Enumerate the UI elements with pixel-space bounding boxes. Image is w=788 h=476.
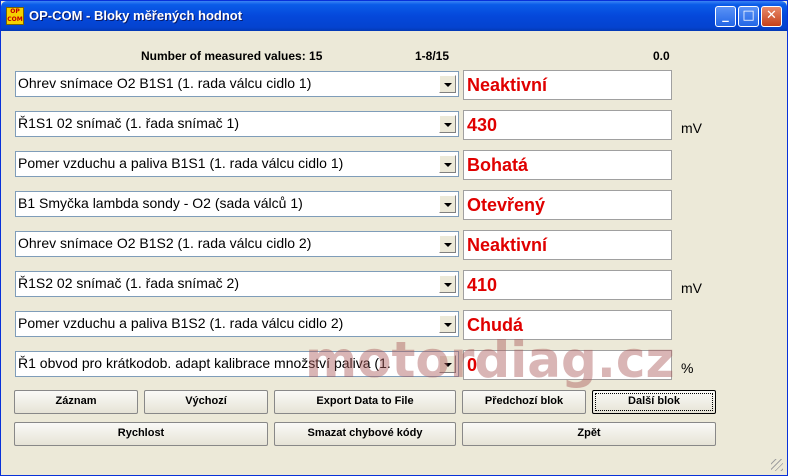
minimize-button[interactable]: _ bbox=[715, 6, 736, 27]
parameter-select-5[interactable]: Ohrev snímace O2 B1S2 (1. rada válcu cid… bbox=[15, 231, 459, 257]
client-area: Number of measured values: 15 1-8/15 0.0… bbox=[5, 31, 785, 473]
page-range-label: 1-8/15 bbox=[415, 49, 450, 63]
parameter-select-text: Ř1S2 02 snímač (1. řada snímač 2) bbox=[18, 275, 239, 291]
dropdown-arrow-icon[interactable] bbox=[439, 315, 456, 333]
resize-grip-icon[interactable] bbox=[771, 459, 783, 471]
unit-label-6: mV bbox=[681, 280, 702, 296]
value-field-5: Neaktivní bbox=[463, 230, 672, 260]
clear-dtc-button[interactable]: Smazat chybové kódy bbox=[274, 422, 456, 446]
value-field-4: Otevřený bbox=[463, 190, 672, 220]
parameter-select-text: Ohrev snímace O2 B1S2 (1. rada válcu cid… bbox=[18, 235, 312, 251]
dropdown-arrow-icon[interactable] bbox=[439, 115, 456, 133]
parameter-select-text: B1 Smyčka lambda sondy - O2 (sada válců … bbox=[18, 195, 303, 211]
value-text: Neaktivní bbox=[467, 75, 548, 95]
value-text: Otevřený bbox=[467, 195, 546, 215]
measured-count-label: Number of measured values: 15 bbox=[141, 49, 323, 63]
value-field-1: Neaktivní bbox=[463, 70, 672, 100]
dropdown-arrow-icon[interactable] bbox=[439, 155, 456, 173]
value-field-7: Chudá bbox=[463, 310, 672, 340]
parameter-select-text: Pomer vzduchu a paliva B1S2 (1. rada vál… bbox=[18, 315, 344, 331]
parameter-select-1[interactable]: Ohrev snímace O2 B1S1 (1. rada válcu cid… bbox=[15, 71, 459, 97]
dropdown-arrow-icon[interactable] bbox=[439, 235, 456, 253]
value-text: 410 bbox=[467, 275, 498, 295]
speed-button[interactable]: Rychlost bbox=[14, 422, 268, 446]
parameter-select-7[interactable]: Pomer vzduchu a paliva B1S2 (1. rada vál… bbox=[15, 311, 459, 337]
parameter-select-6[interactable]: Ř1S2 02 snímač (1. řada snímač 2) bbox=[15, 271, 459, 297]
dropdown-arrow-icon[interactable] bbox=[439, 195, 456, 213]
value-field-2: 430 bbox=[463, 110, 672, 140]
parameter-select-text: Ř1 obvod pro krátkodob. adapt kalibrace … bbox=[18, 355, 391, 371]
parameter-select-text: Ohrev snímace O2 B1S1 (1. rada válcu cid… bbox=[18, 75, 312, 91]
unit-label-8: % bbox=[681, 360, 694, 376]
close-button[interactable]: ✕ bbox=[761, 6, 782, 27]
back-button[interactable]: Zpět bbox=[462, 422, 716, 446]
value-text: Bohatá bbox=[467, 155, 529, 175]
title-bar[interactable]: OP COM OP-COM - Bloky měřených hodnot _ … bbox=[1, 1, 787, 31]
value-field-3: Bohatá bbox=[463, 150, 672, 180]
parameter-select-text: Pomer vzduchu a paliva B1S1 (1. rada vál… bbox=[18, 155, 344, 171]
value-text: 0 bbox=[467, 355, 478, 375]
dropdown-arrow-icon[interactable] bbox=[439, 275, 456, 293]
parameter-select-3[interactable]: Pomer vzduchu a paliva B1S1 (1. rada vál… bbox=[15, 151, 459, 177]
time-readout: 0.0 bbox=[653, 49, 670, 63]
dropdown-arrow-icon[interactable] bbox=[439, 355, 456, 373]
opcom-app-icon: OP COM bbox=[6, 7, 24, 25]
dropdown-arrow-icon[interactable] bbox=[439, 75, 456, 93]
unit-label-2: mV bbox=[681, 120, 702, 136]
parameter-select-2[interactable]: Ř1S1 02 snímač (1. řada snímač 1) bbox=[15, 111, 459, 137]
previous-block-button[interactable]: Předchozí blok bbox=[462, 390, 586, 414]
parameter-select-4[interactable]: B1 Smyčka lambda sondy - O2 (sada válců … bbox=[15, 191, 459, 217]
parameter-select-8[interactable]: Ř1 obvod pro krátkodob. adapt kalibrace … bbox=[15, 351, 459, 377]
app-window: OP COM OP-COM - Bloky měřených hodnot _ … bbox=[0, 0, 788, 476]
value-field-8: 0 bbox=[463, 350, 672, 380]
export-data-button[interactable]: Export Data to File bbox=[274, 390, 456, 414]
parameter-select-text: Ř1S1 02 snímač (1. řada snímač 1) bbox=[18, 115, 239, 131]
value-field-6: 410 bbox=[463, 270, 672, 300]
next-block-button[interactable]: Další blok bbox=[592, 390, 716, 414]
default-button[interactable]: Výchozí bbox=[144, 390, 268, 414]
record-button[interactable]: Záznam bbox=[14, 390, 138, 414]
maximize-button[interactable]: □ bbox=[738, 6, 759, 27]
value-text: Chudá bbox=[467, 315, 523, 335]
window-title: OP-COM - Bloky měřených hodnot bbox=[29, 8, 243, 23]
value-text: Neaktivní bbox=[467, 235, 548, 255]
value-text: 430 bbox=[467, 115, 498, 135]
